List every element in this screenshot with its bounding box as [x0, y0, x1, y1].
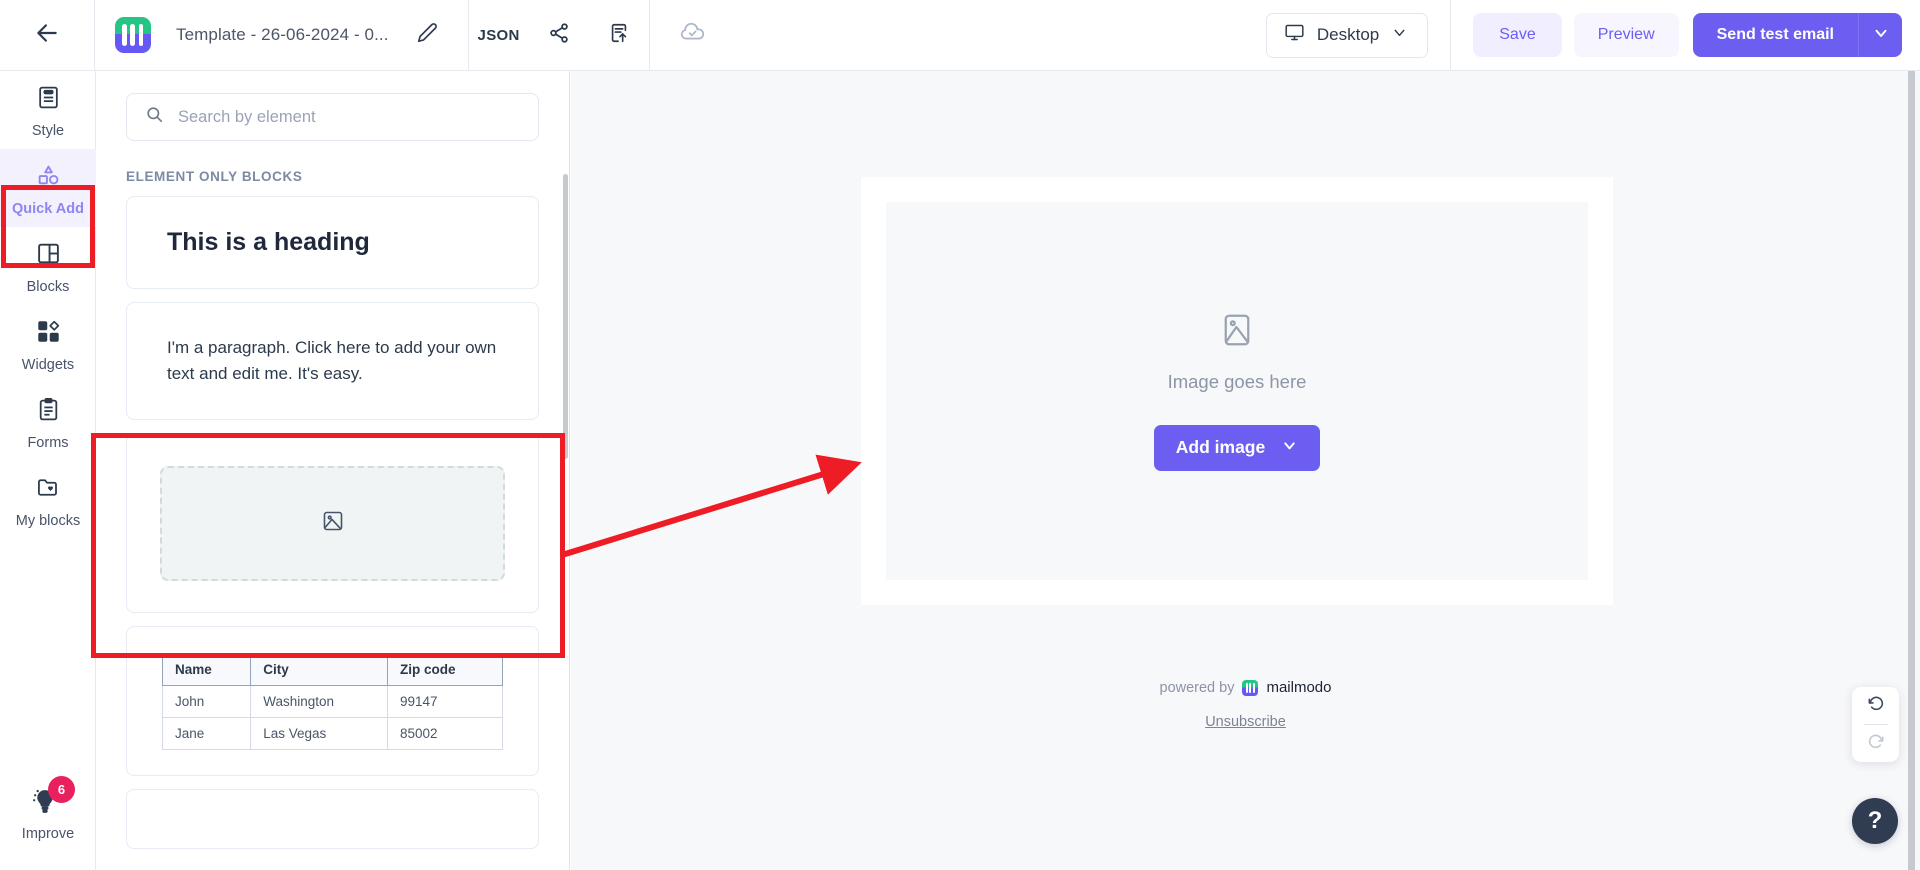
redo-icon	[1866, 731, 1886, 756]
shapes-icon	[36, 163, 61, 193]
lightbulb-icon	[29, 789, 61, 820]
send-test-email-button[interactable]: Send test email	[1692, 13, 1858, 57]
layout-icon	[36, 241, 61, 271]
table-cell: 85002	[387, 716, 503, 750]
rename-template-button[interactable]	[411, 18, 445, 52]
image-dropzone	[160, 465, 505, 581]
sidebar-item-label: Widgets	[21, 357, 75, 373]
image-placeholder-caption: Image goes here	[1167, 370, 1307, 392]
send-test-email-group: Send test email	[1692, 13, 1902, 57]
paragraph-block-card[interactable]: I'm a paragraph. Click here to add your …	[126, 302, 539, 420]
canvas-scrollbar[interactable]	[1908, 71, 1915, 870]
top-toolbar: Template - 26-06-2024 - 0... JSON Deskto…	[0, 0, 1920, 71]
monitor-icon	[1284, 22, 1305, 48]
sidebar-item-blocks[interactable]: Blocks	[0, 227, 96, 305]
table-cell: Las Vegas	[250, 716, 389, 750]
image-block-card[interactable]	[126, 433, 539, 613]
sidebar-item-style[interactable]: Style	[0, 71, 96, 149]
export-button[interactable]	[589, 0, 649, 70]
share-button[interactable]	[529, 0, 589, 70]
sidebar-item-label: Blocks	[26, 279, 70, 295]
style-icon	[36, 85, 61, 115]
image-placeholder-icon	[1219, 312, 1255, 353]
unsubscribe-link[interactable]: Unsubscribe	[571, 714, 1920, 730]
undo-icon	[1866, 693, 1886, 718]
table-cell: Jane	[161, 716, 252, 750]
table-row: John Washington 99147	[161, 684, 503, 718]
heading-block-text: This is a heading	[167, 228, 370, 256]
save-button[interactable]: Save	[1473, 13, 1562, 57]
table-column-header: City	[250, 652, 389, 686]
folder-heart-icon	[36, 475, 61, 505]
table-header-row: Name City Zip code	[161, 652, 503, 686]
table-cell: John	[161, 684, 252, 718]
chevron-down-icon	[1281, 437, 1298, 459]
mailmodo-logo	[1242, 679, 1259, 696]
sidebar-item-quick-add[interactable]: Quick Add	[0, 149, 96, 227]
device-label: Desktop	[1316, 25, 1380, 44]
chevron-down-icon	[1872, 24, 1890, 47]
json-label: JSON	[477, 26, 520, 44]
search-input[interactable]	[178, 107, 520, 127]
device-preview-select[interactable]: Desktop	[1265, 12, 1429, 58]
panel-scrollbar[interactable]	[563, 174, 568, 459]
undo-redo-panel	[1852, 687, 1899, 762]
template-name: Template - 26-06-2024 - 0...	[176, 25, 389, 44]
sample-table: Name City Zip code John Washington 99147…	[161, 652, 503, 750]
clipboard-icon	[36, 397, 61, 427]
table-column-header: Zip code	[387, 652, 503, 686]
toolbar-divider-right	[1450, 0, 1452, 70]
email-template-editor: Template - 26-06-2024 - 0... JSON Deskto…	[0, 0, 1920, 870]
canvas-image-block[interactable]: Image goes here Add image	[886, 202, 1588, 580]
back-button[interactable]	[0, 0, 95, 70]
sidebar-item-label: Forms	[27, 435, 69, 451]
next-block-card[interactable]	[126, 789, 539, 849]
pencil-icon	[417, 22, 438, 48]
brand-name: mailmodo	[1266, 679, 1332, 696]
sidebar-item-forms[interactable]: Forms	[0, 383, 96, 461]
sidebar-item-label: Style	[31, 123, 65, 139]
status-badge: 6	[48, 776, 75, 803]
send-test-email-dropdown-button[interactable]	[1858, 13, 1902, 57]
add-image-button[interactable]: Add image	[1153, 424, 1321, 471]
powered-by-label: powered by	[1159, 679, 1235, 696]
chevron-down-icon	[1391, 24, 1408, 46]
sidebar-item-label: Improve	[21, 826, 75, 842]
table-column-header: Name	[161, 652, 252, 686]
table-row: Jane Las Vegas 85002	[161, 716, 503, 750]
quick-add-panel: ELEMENT ONLY BLOCKS This is a heading I'…	[96, 71, 570, 870]
sidebar-item-my-blocks[interactable]: My blocks	[0, 461, 96, 539]
sidebar-item-label: My blocks	[15, 513, 81, 529]
table-cell: Washington	[250, 684, 389, 718]
export-document-icon	[608, 22, 630, 49]
autosave-status	[648, 0, 735, 70]
share-icon	[548, 22, 570, 49]
redo-button[interactable]	[1852, 725, 1899, 762]
heading-block-card[interactable]: This is a heading	[126, 196, 539, 289]
paragraph-block-text: I'm a paragraph. Click here to add your …	[167, 337, 497, 383]
search-icon	[145, 105, 164, 129]
sidebar-item-widgets[interactable]: Widgets	[0, 305, 96, 383]
cloud-saved-icon	[678, 18, 707, 52]
preview-button[interactable]: Preview	[1573, 13, 1679, 57]
help-button[interactable]: ?	[1852, 798, 1898, 844]
mailmodo-logo	[95, 0, 170, 70]
add-image-label: Add image	[1175, 437, 1266, 457]
undo-button[interactable]	[1852, 687, 1899, 724]
email-canvas: Image goes here Add image powered by mai…	[571, 71, 1920, 870]
powered-by-footer: powered by mailmodo	[571, 679, 1920, 696]
email-body: Image goes here Add image	[861, 177, 1613, 605]
table-cell: 99147	[387, 684, 503, 718]
sidebar-item-label: Quick Add	[12, 201, 84, 217]
left-nav-rail: Style Quick Add Blocks Widgets Forms My …	[0, 71, 96, 870]
sidebar-item-improve[interactable]: 6 Improve	[0, 776, 96, 842]
table-block-card[interactable]: Name City Zip code John Washington 99147…	[126, 626, 539, 776]
widgets-icon	[36, 319, 61, 349]
json-button[interactable]: JSON	[469, 0, 529, 70]
section-title: ELEMENT ONLY BLOCKS	[126, 169, 303, 184]
search-bar[interactable]	[126, 93, 539, 141]
image-placeholder-icon	[321, 509, 345, 538]
arrow-left-icon	[34, 20, 60, 51]
